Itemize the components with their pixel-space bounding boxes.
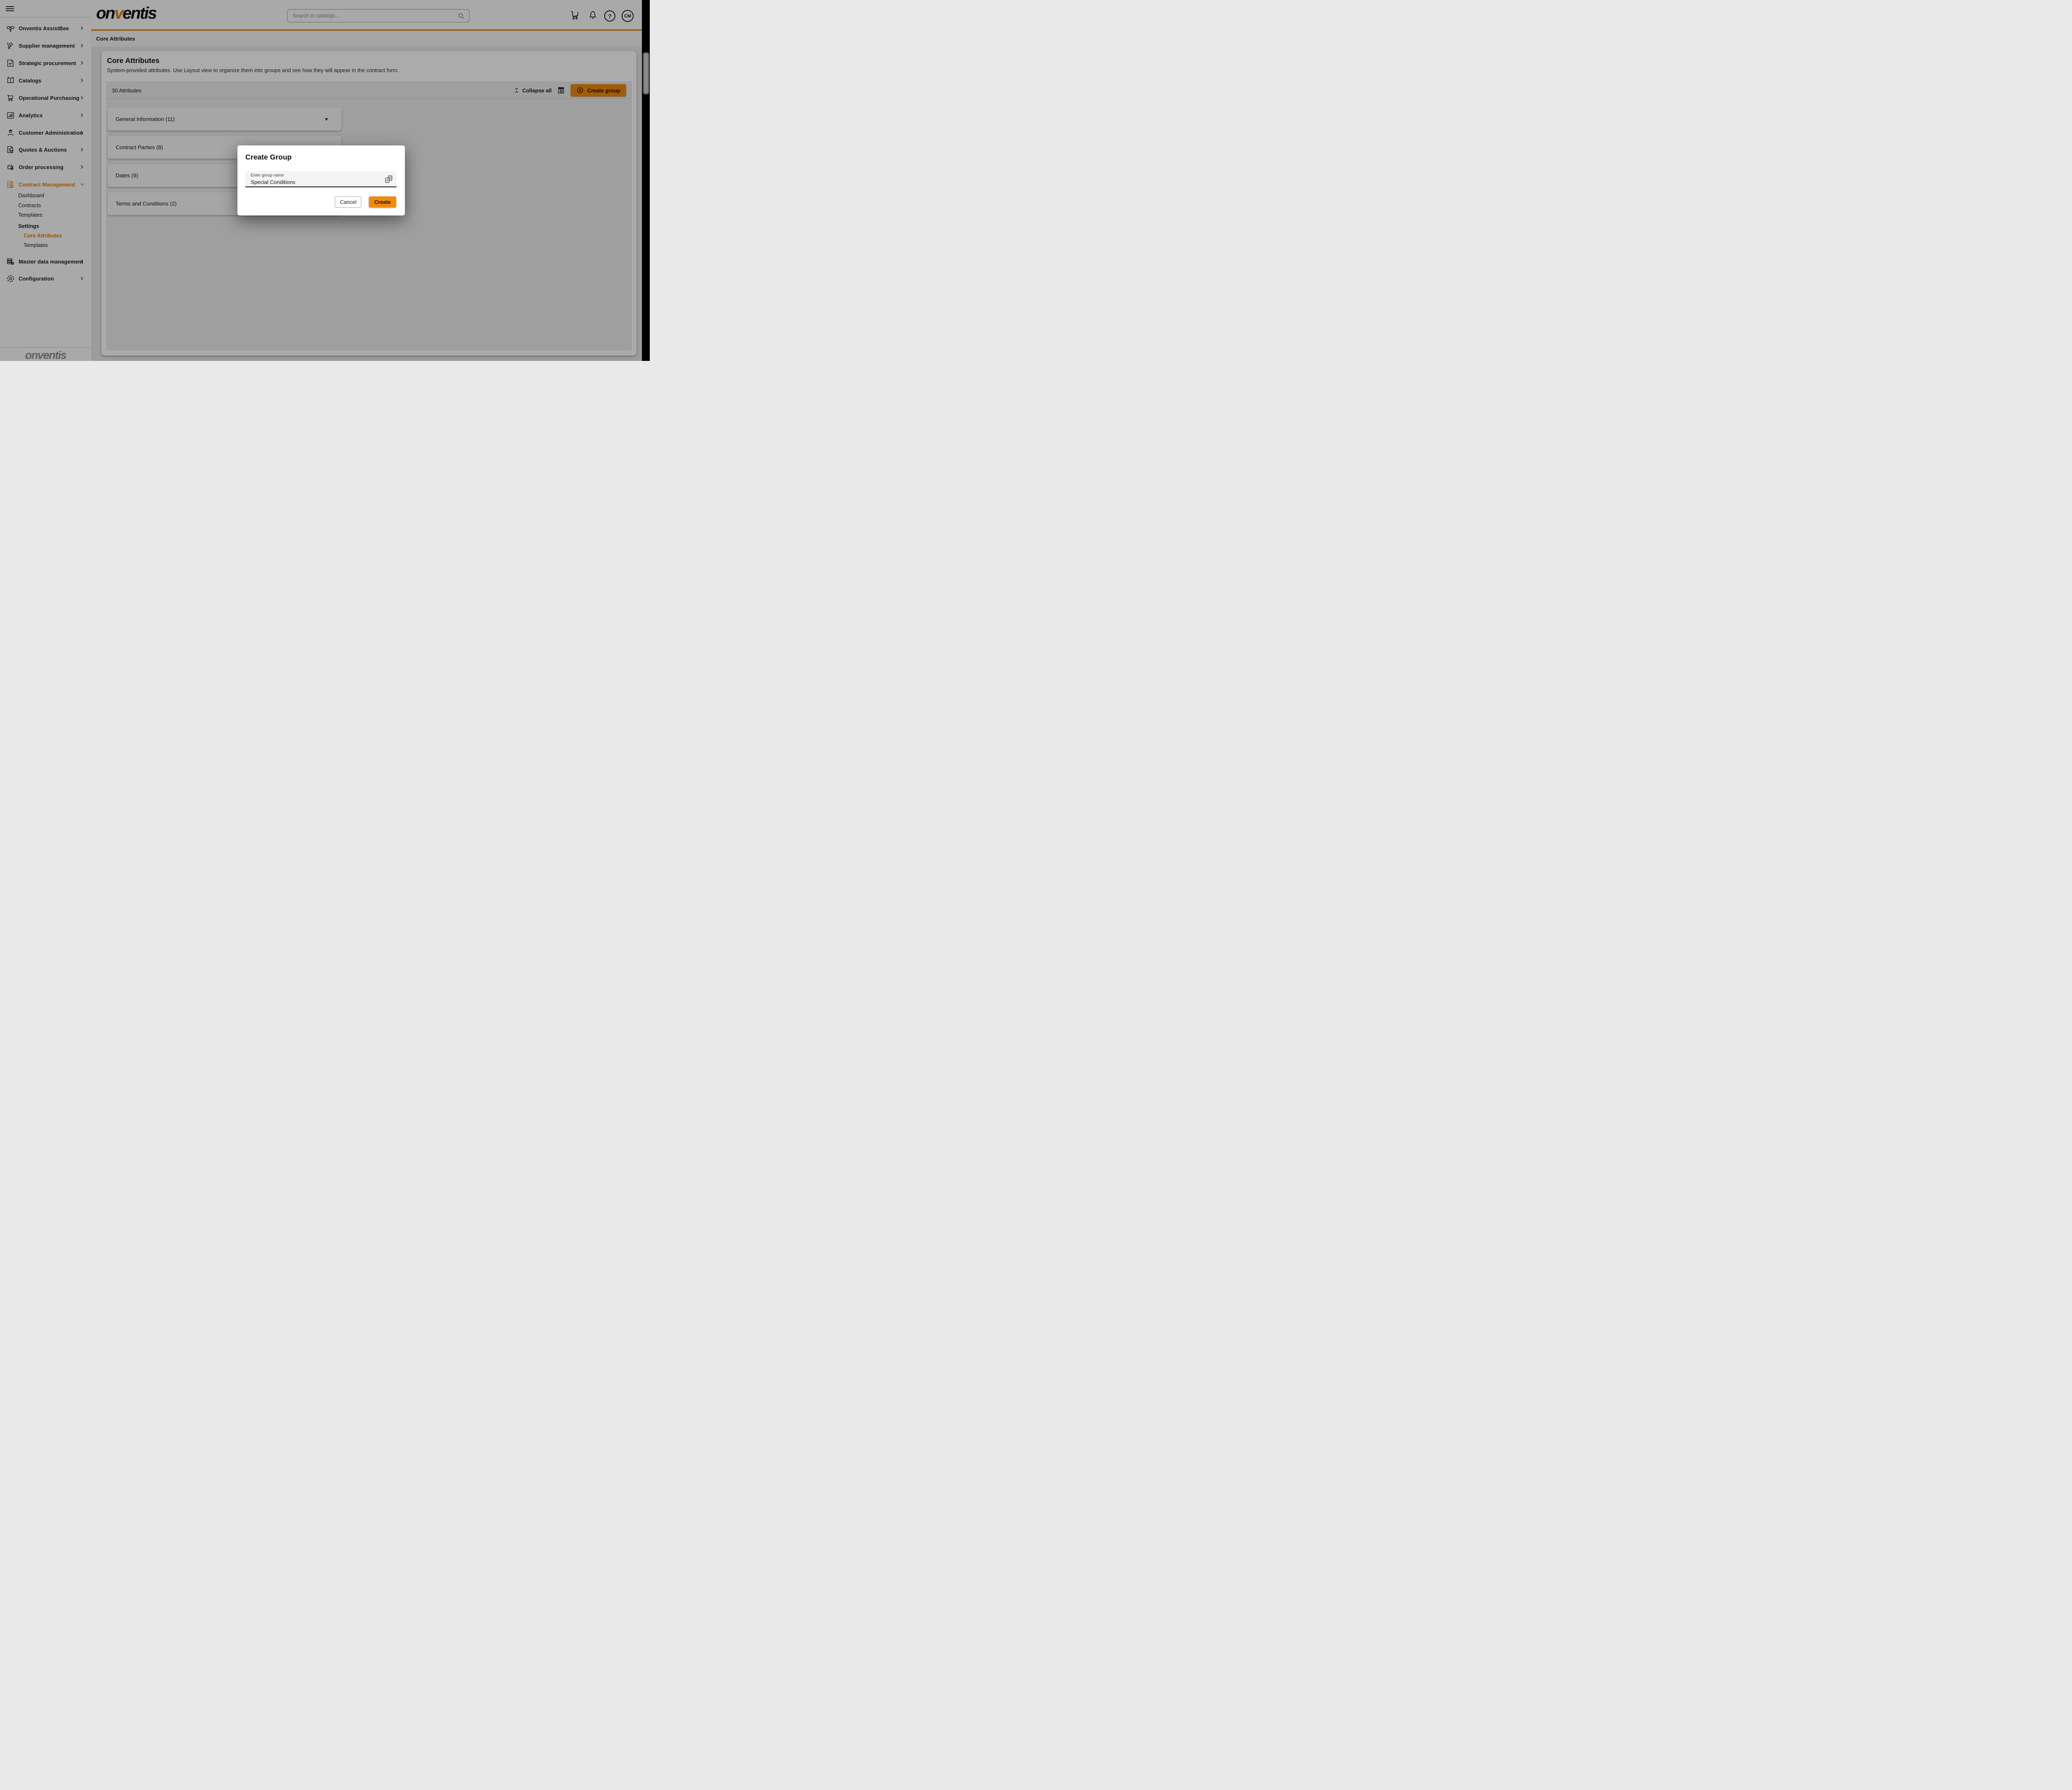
right-scrollbar-track [642,0,650,361]
create-button[interactable]: Create [369,196,396,208]
create-group-modal: Create Group Enter group name 文 A Cancel… [237,145,405,215]
group-name-field: Enter group name 文 A [245,171,397,187]
translate-icon[interactable]: 文 A [385,175,393,184]
group-name-input[interactable] [251,178,375,186]
group-name-field-label: Enter group name [251,173,284,178]
cancel-button[interactable]: Cancel [335,196,361,208]
svg-text:A: A [386,179,389,182]
modal-title: Create Group [245,153,292,162]
modal-actions: Cancel Create [335,196,396,208]
scrollbar-thumb[interactable] [643,53,649,94]
